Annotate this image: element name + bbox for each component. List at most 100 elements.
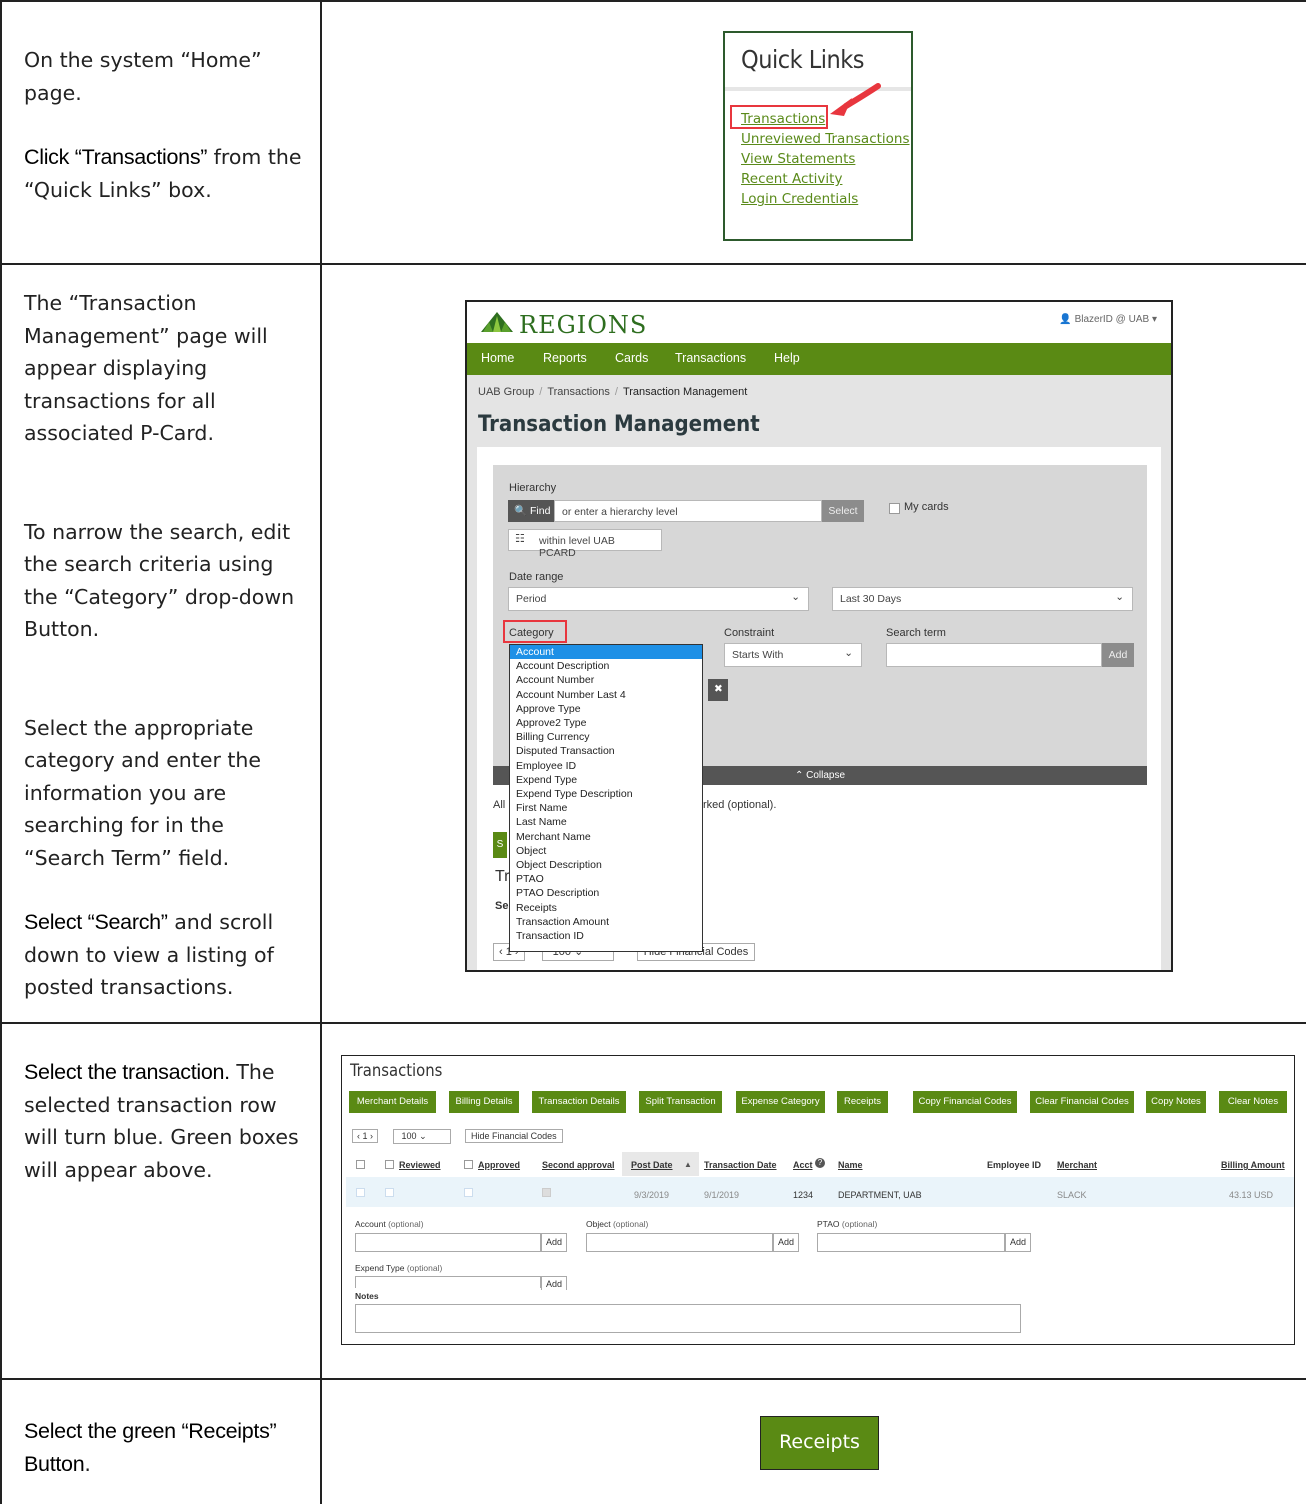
nav-reports[interactable]: Reports	[543, 351, 587, 365]
table-column-divider	[320, 0, 322, 1504]
category-option[interactable]: Account Description	[510, 659, 702, 673]
col-billing-amount[interactable]: Billing Amount	[1221, 1160, 1285, 1170]
date-preset-select[interactable]: Last 30 Days ⌄	[832, 587, 1133, 611]
billing-details-button[interactable]: Billing Details	[449, 1091, 519, 1113]
row-reviewed-checkbox[interactable]	[385, 1188, 394, 1197]
expend-type-add-button[interactable]: Add	[541, 1276, 567, 1290]
object-add-button[interactable]: Add	[773, 1233, 799, 1252]
category-option[interactable]: Expend Type Description	[510, 787, 702, 801]
chevron-down-icon: ⌄	[844, 647, 853, 659]
breadcrumb-transactions[interactable]: Transactions	[547, 386, 610, 398]
account-add-button[interactable]: Add	[541, 1233, 567, 1252]
tx-hide-financial-codes-button[interactable]: Hide Financial Codes	[465, 1129, 563, 1143]
expense-category-button[interactable]: Expense Category	[736, 1091, 825, 1113]
category-option[interactable]: Account	[510, 645, 702, 660]
reviewed-all-checkbox[interactable]	[385, 1160, 394, 1169]
col-acct[interactable]: Acct	[793, 1160, 813, 1170]
quick-link-unreviewed-transactions[interactable]: Unreviewed Transactions	[741, 131, 910, 147]
table-row-selected[interactable]	[346, 1177, 1294, 1207]
category-option[interactable]: First Name	[510, 801, 702, 815]
row-second-approval-checkbox	[542, 1188, 551, 1197]
transaction-details-button[interactable]: Transaction Details	[532, 1091, 626, 1113]
split-transaction-button[interactable]: Split Transaction	[639, 1091, 722, 1113]
category-option[interactable]: Billing Currency	[510, 730, 702, 744]
category-option[interactable]: Account Number	[510, 673, 702, 687]
object-field-input[interactable]	[586, 1233, 773, 1252]
category-option[interactable]: Transaction Amount	[510, 915, 702, 929]
copy-notes-button[interactable]: Copy Notes	[1146, 1091, 1206, 1113]
nav-transactions[interactable]: Transactions	[675, 351, 746, 365]
category-option[interactable]: Expend Type	[510, 773, 702, 787]
select-all-checkbox[interactable]	[356, 1160, 365, 1169]
search-button[interactable]: S	[493, 832, 507, 858]
row-approved-checkbox[interactable]	[464, 1188, 473, 1197]
category-option[interactable]: Last Name	[510, 815, 702, 829]
regions-logo-icon	[481, 312, 513, 332]
red-arrow-icon	[830, 83, 881, 116]
find-button[interactable]: 🔍 Find	[508, 500, 557, 522]
category-option[interactable]: PTAO	[510, 872, 702, 886]
add-criteria-button[interactable]: Add	[1102, 643, 1134, 667]
clear-notes-button[interactable]: Clear Notes	[1219, 1091, 1287, 1113]
category-option[interactable]: Transaction ID	[510, 929, 702, 943]
col-merchant[interactable]: Merchant	[1057, 1160, 1097, 1170]
hierarchy-input[interactable]: or enter a hierarchy level	[554, 500, 822, 522]
clear-financial-codes-button[interactable]: Clear Financial Codes	[1030, 1091, 1134, 1113]
quick-link-login-credentials[interactable]: Login Credentials	[741, 191, 858, 207]
quick-link-recent-activity[interactable]: Recent Activity	[741, 171, 842, 187]
nav-help[interactable]: Help	[774, 351, 800, 365]
copy-financial-codes-button[interactable]: Copy Financial Codes	[913, 1091, 1017, 1113]
category-option[interactable]: Object Description	[510, 858, 702, 872]
help-icon: ?	[815, 1158, 825, 1168]
category-dropdown-list[interactable]: Account Account Description Account Number…	[509, 644, 703, 952]
instruction-step-1: On the system “Home” page. Click “Transa…	[24, 44, 304, 206]
category-option[interactable]: Employee ID	[510, 759, 702, 773]
within-level-chip[interactable]: within level UAB PCARD	[508, 529, 662, 559]
account-field-input[interactable]	[355, 1233, 541, 1252]
hierarchy-select-button[interactable]: Select	[822, 500, 864, 522]
merchant-details-button[interactable]: Merchant Details	[349, 1091, 436, 1113]
category-option[interactable]: Object	[510, 844, 702, 858]
nav-cards[interactable]: Cards	[615, 351, 648, 365]
category-option[interactable]: Account Number Last 4	[510, 688, 702, 702]
row-acct: 1234	[793, 1190, 814, 1200]
col-post-date[interactable]: Post Date	[631, 1160, 673, 1170]
category-option[interactable]: Disputed Transaction	[510, 744, 702, 758]
account-field-label: Account (optional)	[355, 1219, 424, 1229]
row-select-checkbox[interactable]	[356, 1188, 365, 1197]
table-row-divider-1	[0, 263, 1306, 265]
ptao-field-input[interactable]	[817, 1233, 1005, 1252]
tx-page-size-select[interactable]: 100 ⌄	[392, 1129, 451, 1144]
breadcrumb-uab-group[interactable]: UAB Group	[478, 386, 534, 398]
hierarchy-tree-icon: ☷	[515, 533, 525, 545]
tx-page-nav[interactable]: ‹ 1 ›	[352, 1129, 379, 1143]
row-transaction-date: 9/1/2019	[704, 1190, 740, 1200]
nav-home[interactable]: Home	[481, 351, 514, 365]
category-option[interactable]: Merchant Name	[510, 830, 702, 844]
category-option[interactable]: Receipts	[510, 901, 702, 915]
remove-criteria-button[interactable]: ✖	[708, 679, 728, 701]
category-option[interactable]: PTAO Description	[510, 886, 702, 900]
category-option[interactable]: Approve2 Type	[510, 716, 702, 730]
col-approved[interactable]: Approved	[478, 1160, 520, 1170]
close-icon: ✖	[714, 683, 723, 695]
user-icon: 👤	[1059, 314, 1075, 325]
search-term-input[interactable]	[886, 643, 1102, 667]
period-select[interactable]: Period ⌄	[508, 587, 809, 611]
user-menu[interactable]: 👤 BlazerID @ UAB ▾	[1059, 314, 1157, 325]
notes-textarea[interactable]	[355, 1304, 1021, 1333]
my-cards-checkbox[interactable]	[889, 503, 900, 514]
ptao-add-button[interactable]: Add	[1005, 1233, 1031, 1252]
quick-link-view-statements[interactable]: View Statements	[741, 151, 855, 167]
constraint-select[interactable]: Starts With ⌄	[724, 643, 862, 667]
approved-all-checkbox[interactable]	[464, 1160, 473, 1169]
receipts-button[interactable]: Receipts	[760, 1416, 879, 1470]
col-reviewed[interactable]: Reviewed	[399, 1160, 441, 1170]
col-transaction-date[interactable]: Transaction Date	[704, 1160, 777, 1170]
category-option[interactable]: Approve Type	[510, 702, 702, 716]
receipts-toolbar-button[interactable]: Receipts	[837, 1091, 888, 1113]
search-term-label: Search term	[886, 627, 946, 639]
col-name[interactable]: Name	[838, 1160, 863, 1170]
expend-type-field-input[interactable]	[355, 1276, 541, 1288]
col-second-approval[interactable]: Second approval	[542, 1160, 615, 1170]
